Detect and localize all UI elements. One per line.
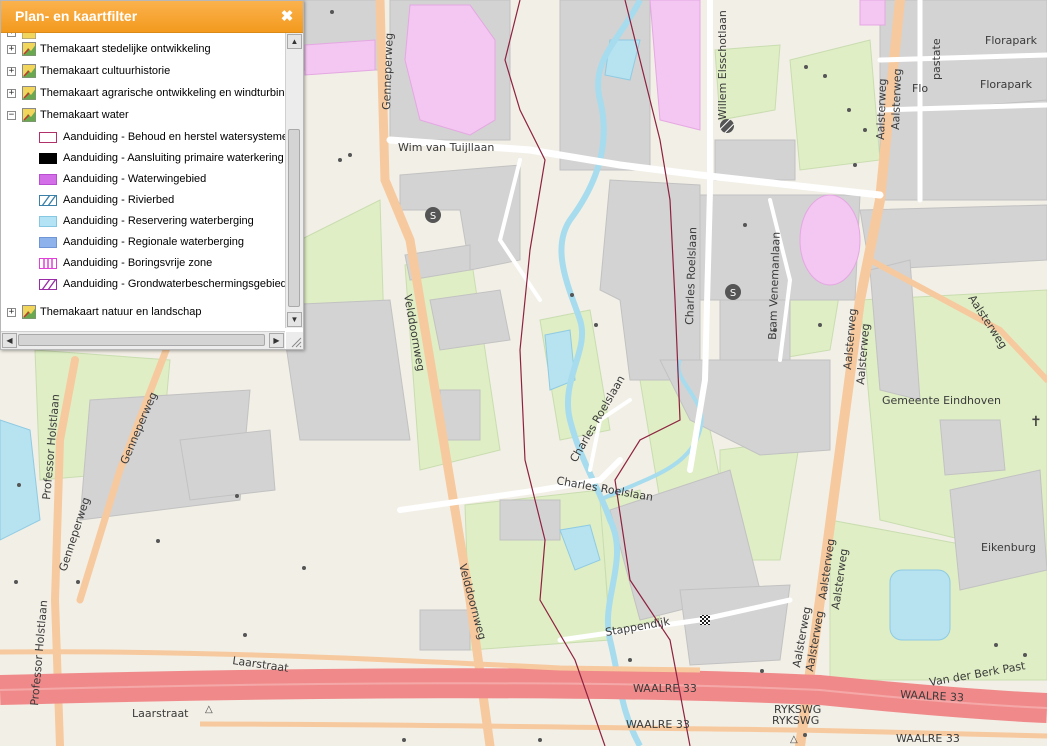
- vertical-scrollbar[interactable]: ▲ ▼: [285, 33, 303, 328]
- legend-swatch: [39, 279, 57, 290]
- layer-label[interactable]: Themakaart cultuurhistorie: [40, 61, 170, 82]
- plan-kaartfilter-panel: Plan- en kaartfilter ✖ + + Themakaart st…: [0, 0, 304, 350]
- layer-label[interactable]: Themakaart natuur en landschap: [40, 302, 201, 323]
- legend-label: Aanduiding - Boringsvrije zone: [63, 257, 213, 269]
- expand-icon[interactable]: +: [7, 45, 16, 54]
- panel-title: Plan- en kaartfilter: [15, 8, 138, 24]
- scroll-down-icon[interactable]: ▼: [287, 312, 302, 327]
- label-waalre-33-1: WAALRE 33: [633, 682, 697, 695]
- legend-swatch: [39, 132, 57, 143]
- label-aalsterweg-n: Aalsterweg: [874, 78, 889, 140]
- close-icon[interactable]: ✖: [279, 1, 295, 32]
- resize-grip-icon[interactable]: [286, 332, 303, 349]
- layer-label[interactable]: Themakaart agrarische ontwikkeling en wi…: [40, 83, 285, 104]
- horizontal-scroll-thumb[interactable]: [18, 334, 265, 346]
- horizontal-scrollbar[interactable]: ◀ ▶: [1, 331, 285, 349]
- legend-label: Aanduiding - Grondwaterbeschermingsgebie…: [63, 278, 285, 290]
- layer-label[interactable]: Themakaart stedelijke ontwikkeling: [40, 39, 211, 60]
- label-gemeente-eindhoven: Gemeente Eindhoven: [882, 394, 1001, 407]
- label-willem-elsschotlaan: Willem Elsschotlaan: [716, 10, 729, 120]
- expand-icon[interactable]: +: [7, 308, 16, 317]
- vertical-scroll-thumb[interactable]: [288, 129, 300, 307]
- legend-swatch: [39, 195, 57, 206]
- triangle-marker-icon: △: [790, 734, 798, 745]
- legend-label: Aanduiding - Rivierbed: [63, 194, 175, 206]
- legend-swatch: [39, 237, 57, 248]
- legend-swatch: [39, 153, 57, 164]
- panel-header: Plan- en kaartfilter ✖: [1, 1, 303, 33]
- svg-text:S: S: [730, 288, 736, 299]
- legend-swatch: [39, 216, 57, 227]
- map-layer-icon: [22, 86, 36, 100]
- map-layer-icon: [22, 64, 36, 78]
- map-layer-icon: [22, 305, 36, 319]
- legend-label: Aanduiding - Behoud en herstel watersyst…: [63, 131, 285, 143]
- legend-swatch: [39, 258, 57, 269]
- scroll-right-icon[interactable]: ▶: [269, 333, 284, 348]
- checkered-marker-icon: [700, 615, 710, 625]
- map-layer-icon: [22, 42, 36, 56]
- expand-icon[interactable]: +: [7, 33, 16, 37]
- svg-text:S: S: [430, 211, 436, 222]
- church-icon: ✝: [1030, 414, 1042, 430]
- label-flo: Flo: [912, 82, 928, 95]
- label-florapark-1: Florapark: [985, 34, 1038, 47]
- label-waalre-33-4: WAALRE 33: [896, 732, 960, 745]
- label-eikenburg: Eikenburg: [981, 541, 1036, 554]
- legend-label: Aanduiding - Regionale waterberging: [63, 236, 245, 248]
- label-florapark-2: Florapark: [980, 78, 1033, 91]
- map-layer-icon: [22, 108, 36, 122]
- scroll-up-icon[interactable]: ▲: [287, 34, 302, 49]
- layer-tree: + + Themakaart stedelijke ontwikkeling +…: [1, 33, 285, 328]
- legend-label: Aanduiding - Reservering waterberging: [63, 215, 254, 227]
- label-aalsterweg-ne: Aalsterweg: [889, 68, 904, 130]
- label-laarstraat-2: Laarstraat: [132, 707, 189, 720]
- legend-label: Aanduiding - Waterwingebied: [63, 173, 207, 185]
- triangle-marker-icon: △: [205, 704, 213, 715]
- school-icon: S: [725, 284, 741, 300]
- layer-label[interactable]: Themakaart water: [40, 105, 129, 126]
- label-waalre-33-3: WAALRE 33: [626, 718, 690, 731]
- expand-icon[interactable]: +: [7, 89, 16, 98]
- hatched-marker-icon: [720, 119, 734, 133]
- label-rykswg-2: RYKSWG: [772, 714, 819, 727]
- scroll-left-icon[interactable]: ◀: [2, 333, 17, 348]
- label-pastate: pastate: [930, 38, 943, 80]
- collapse-icon[interactable]: −: [7, 111, 16, 120]
- legend-label: Aanduiding - Aansluiting primaire waterk…: [63, 152, 284, 164]
- label-genneperweg-top: Genneperweg: [380, 33, 396, 110]
- legend-swatch: [39, 174, 57, 185]
- expand-icon[interactable]: +: [7, 67, 16, 76]
- school-icon: S: [425, 207, 441, 223]
- map-layer-icon: [22, 33, 36, 39]
- label-wim-van-tuijllaan: Wim van Tuijllaan: [398, 141, 494, 154]
